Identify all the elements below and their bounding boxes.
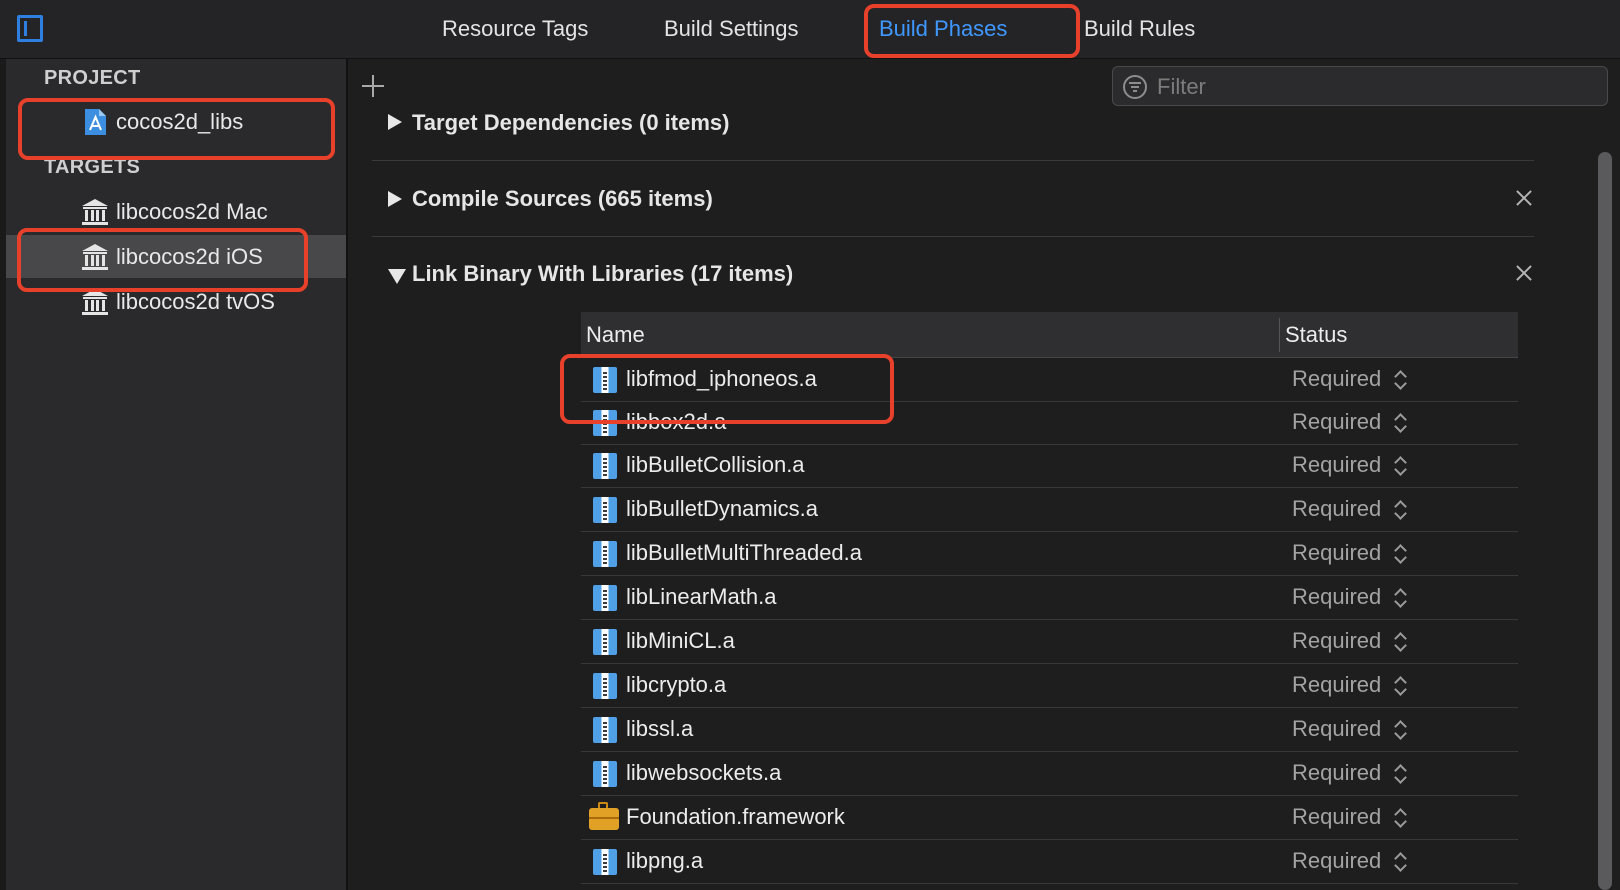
- library-name: libssl.a: [626, 716, 694, 741]
- table-row[interactable]: libLinearMath.a Required: [581, 576, 1518, 620]
- project-file-icon: [85, 109, 106, 135]
- phase-title: Target Dependencies (0 items): [412, 110, 730, 135]
- static-library-icon: [593, 761, 617, 787]
- library-name: libfmod_iphoneos.a: [626, 366, 817, 391]
- sidebar-item-target-mac[interactable]: libcocos2d Mac: [6, 190, 346, 233]
- sidebar-item-label: libcocos2d iOS: [116, 244, 263, 269]
- status-popup[interactable]: Required: [1292, 760, 1381, 786]
- phase-title: Compile Sources (665 items): [412, 186, 713, 211]
- build-phases-editor: Target Dependencies (0 items) Compile So…: [348, 59, 1620, 890]
- static-library-icon: [593, 367, 617, 393]
- table-row[interactable]: libBulletDynamics.a Required: [581, 488, 1518, 532]
- sidebar-item-label: cocos2d_libs: [116, 109, 244, 134]
- library-target-icon: [82, 244, 108, 270]
- library-target-icon: [82, 289, 108, 315]
- phase-title: Link Binary With Libraries (17 items): [412, 261, 794, 286]
- library-name: libcrypto.a: [626, 672, 727, 697]
- disclosure-triangle-icon[interactable]: [388, 269, 406, 284]
- sidebar-item-label: libcocos2d tvOS: [116, 289, 275, 314]
- static-library-icon: [593, 717, 617, 743]
- status-popup[interactable]: Required: [1292, 366, 1381, 392]
- table-row[interactable]: libBulletMultiThreaded.a Required: [581, 532, 1518, 576]
- status-popup[interactable]: Required: [1292, 672, 1381, 698]
- linked-libraries-table: Name Status libfmod_iphoneos.a Required …: [581, 312, 1518, 890]
- chevron-updown-icon[interactable]: [1393, 717, 1407, 743]
- tab-build-phases[interactable]: Build Phases: [879, 0, 1007, 58]
- disclosure-triangle-icon[interactable]: [388, 191, 402, 207]
- library-name: Foundation.framework: [626, 804, 845, 829]
- chevron-updown-icon[interactable]: [1393, 410, 1407, 436]
- table-row[interactable]: Foundation.framework Required: [581, 796, 1518, 840]
- static-library-icon: [593, 629, 617, 655]
- tab-resource-tags[interactable]: Resource Tags: [442, 0, 588, 58]
- static-library-icon: [593, 585, 617, 611]
- library-name: libbox2d.a: [626, 409, 727, 434]
- chevron-updown-icon[interactable]: [1393, 367, 1407, 393]
- static-library-icon: [593, 410, 617, 436]
- static-library-icon: [593, 453, 617, 479]
- library-name: libwebsockets.a: [626, 760, 782, 785]
- column-header-status[interactable]: Status: [1285, 322, 1347, 348]
- framework-toolbox-icon: [589, 802, 619, 830]
- status-popup[interactable]: Required: [1292, 584, 1381, 610]
- project-targets-sidebar: PROJECT cocos2d_libs TARGETS libcocos2d …: [0, 59, 348, 890]
- chevron-updown-icon[interactable]: [1393, 673, 1407, 699]
- chevron-updown-icon[interactable]: [1393, 805, 1407, 831]
- table-row[interactable]: libpng.a Required: [581, 840, 1518, 884]
- table-header: Name Status: [581, 312, 1518, 358]
- tab-build-rules[interactable]: Build Rules: [1084, 0, 1195, 58]
- library-name: libBulletDynamics.a: [626, 496, 818, 521]
- library-target-icon: [82, 199, 108, 225]
- column-divider[interactable]: [1279, 318, 1280, 352]
- table-row[interactable]: libcrypto.a Required: [581, 664, 1518, 708]
- status-popup[interactable]: Required: [1292, 716, 1381, 742]
- status-popup[interactable]: Required: [1292, 540, 1381, 566]
- status-popup[interactable]: Required: [1292, 848, 1381, 874]
- status-popup[interactable]: Required: [1292, 409, 1381, 435]
- targets-section-header: TARGETS: [44, 156, 141, 178]
- chevron-updown-icon[interactable]: [1393, 453, 1407, 479]
- status-popup[interactable]: Required: [1292, 628, 1381, 654]
- chevron-updown-icon[interactable]: [1393, 541, 1407, 567]
- chevron-updown-icon[interactable]: [1393, 585, 1407, 611]
- table-row[interactable]: libBulletCollision.a Required: [581, 444, 1518, 488]
- disclosure-triangle-icon[interactable]: [388, 114, 402, 130]
- library-name: libBulletMultiThreaded.a: [626, 540, 863, 565]
- sidebar-item-target-tvos[interactable]: libcocos2d tvOS: [6, 280, 346, 323]
- static-library-icon: [593, 541, 617, 567]
- sidebar-toggle-icon[interactable]: [17, 15, 43, 42]
- static-library-icon: [593, 673, 617, 699]
- table-row[interactable]: libMiniCL.a Required: [581, 620, 1518, 664]
- chevron-updown-icon[interactable]: [1393, 761, 1407, 787]
- chevron-updown-icon[interactable]: [1393, 629, 1407, 655]
- sidebar-item-label: libcocos2d Mac: [116, 199, 268, 224]
- status-popup[interactable]: Required: [1292, 804, 1381, 830]
- sidebar-item-project[interactable]: cocos2d_libs: [6, 100, 346, 143]
- column-header-name[interactable]: Name: [586, 322, 645, 348]
- library-name: libLinearMath.a: [626, 584, 777, 609]
- vertical-scrollbar[interactable]: [1598, 152, 1612, 890]
- table-row[interactable]: libbox2d.a Required: [581, 401, 1518, 445]
- phase-link-binary[interactable]: Link Binary With Libraries (17 items): [372, 236, 1534, 312]
- tab-build-settings[interactable]: Build Settings: [664, 0, 799, 58]
- phase-target-dependencies[interactable]: Target Dependencies (0 items): [372, 84, 1534, 161]
- delete-phase-icon[interactable]: [1514, 188, 1534, 208]
- project-section-header: PROJECT: [44, 67, 141, 89]
- table-row[interactable]: libssl.a Required: [581, 708, 1518, 752]
- phase-compile-sources[interactable]: Compile Sources (665 items): [372, 160, 1534, 237]
- status-popup[interactable]: Required: [1292, 496, 1381, 522]
- library-name: libpng.a: [626, 848, 704, 873]
- static-library-icon: [593, 497, 617, 523]
- editor-tab-bar: Resource Tags Build Settings Build Phase…: [0, 0, 1620, 59]
- chevron-updown-icon[interactable]: [1393, 849, 1407, 875]
- library-name: libMiniCL.a: [626, 628, 735, 653]
- table-row[interactable]: libwebsockets.a Required: [581, 752, 1518, 796]
- chevron-updown-icon[interactable]: [1393, 497, 1407, 523]
- delete-phase-icon[interactable]: [1514, 263, 1534, 283]
- library-name: libBulletCollision.a: [626, 452, 805, 477]
- table-row[interactable]: libfmod_iphoneos.a Required: [581, 358, 1518, 402]
- static-library-icon: [593, 849, 617, 875]
- sidebar-item-target-ios[interactable]: libcocos2d iOS: [6, 235, 346, 278]
- status-popup[interactable]: Required: [1292, 452, 1381, 478]
